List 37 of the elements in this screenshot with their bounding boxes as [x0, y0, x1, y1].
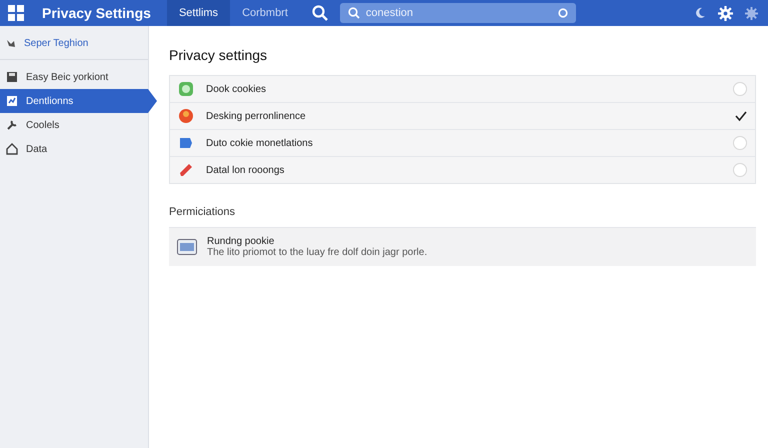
setting-row[interactable]: Duto cokie monetlations — [170, 129, 755, 156]
sidebar-heading[interactable]: Seper Teghion — [24, 38, 88, 48]
radio-circle[interactable] — [733, 82, 747, 96]
permission-card[interactable]: Rundng pookie The lito priomot to the luay fre dolf doin jagr porle. — [169, 227, 756, 266]
checkmark-icon[interactable] — [735, 110, 747, 122]
page-title: Privacy settings — [169, 47, 268, 63]
grid-icon — [8, 5, 24, 21]
window-icon — [177, 239, 197, 255]
setting-row[interactable]: Datal lon rooongs — [170, 156, 755, 183]
chart-icon — [6, 95, 18, 107]
sidebar-item[interactable]: Coolels — [0, 113, 148, 137]
permission-title: Rundng pookie — [207, 236, 276, 247]
wrench-icon — [6, 119, 18, 131]
settings-icon[interactable] — [745, 6, 758, 20]
home-icon — [6, 143, 18, 155]
section-title: Permiciations — [169, 206, 236, 218]
sidebar-item[interactable]: Easy Beic yorkiont — [0, 65, 148, 89]
setting-label: Datal lon rooongs — [206, 164, 286, 176]
radio-circle[interactable] — [733, 136, 747, 150]
sidebar-item[interactable]: Data — [0, 137, 148, 161]
setting-row[interactable]: Dook cookies — [170, 76, 755, 102]
search-icon[interactable] — [312, 5, 328, 21]
setting-label: Dook cookies — [206, 84, 268, 94]
moon-icon[interactable] — [694, 7, 706, 19]
app-icon — [178, 81, 194, 97]
setting-label: Duto cokie monetlations — [206, 138, 314, 148]
ball-icon — [178, 108, 194, 124]
setting-label: Desking perronlinence — [206, 110, 307, 122]
setting-row[interactable]: Desking perronlinence — [170, 102, 755, 129]
nav-tab[interactable]: Corbmbrt — [230, 0, 300, 26]
nav-tab[interactable]: Settlims — [166, 0, 230, 26]
permission-description: The lito priomot to the luay fre dolf doin jagr porle. — [207, 247, 428, 258]
radio-circle[interactable] — [733, 163, 747, 177]
app-title: Privacy Settings — [42, 5, 151, 21]
search-field[interactable]: conestion — [340, 3, 576, 23]
pen-icon — [178, 162, 194, 178]
circle-icon — [558, 8, 568, 18]
